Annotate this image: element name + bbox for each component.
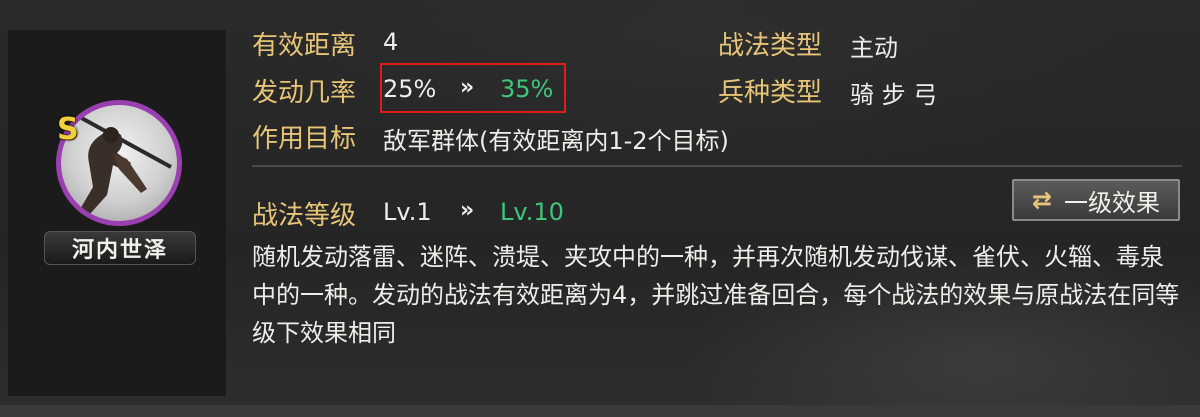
rate-current-value: 25% (383, 75, 437, 103)
general-name: 河内世泽 (71, 238, 168, 263)
rate-next-value: 35% (500, 75, 554, 103)
range-label: 有效距离 (252, 31, 357, 61)
section-divider (252, 165, 1182, 167)
level-current: Lv.1 (383, 198, 432, 226)
level-next: Lv.10 (500, 198, 564, 226)
type-label: 战法类型 (718, 31, 823, 61)
type-value: 主动 (850, 34, 898, 62)
level-upgrade-arrow-icon: » (460, 198, 475, 223)
target-value: 敌军群体(有效距离内1-2个目标) (383, 127, 729, 155)
target-label: 作用目标 (252, 124, 357, 154)
general-name-plate: 河内世泽 (44, 231, 196, 265)
rate-label: 发动几率 (252, 78, 357, 108)
skill-description: 随机发动落雷、迷阵、溃堤、夹攻中的一种，并再次随机发动伐谋、雀伏、火辎、毒泉中的… (252, 243, 1180, 347)
level-effect-button[interactable]: ⇄ 一级效果 (1012, 179, 1180, 221)
rate-upgrade-arrow-icon: » (460, 75, 475, 100)
troop-label: 兵种类型 (718, 78, 823, 108)
grade-badge: S (57, 112, 79, 147)
range-value: 4 (383, 28, 399, 56)
troop-value: 骑 步 弓 (850, 81, 938, 109)
swap-arrows-icon: ⇄ (1031, 186, 1053, 214)
effect-button-label: 一级效果 (1064, 188, 1161, 217)
level-label: 战法等级 (252, 201, 357, 231)
bottom-bar (0, 405, 1200, 417)
